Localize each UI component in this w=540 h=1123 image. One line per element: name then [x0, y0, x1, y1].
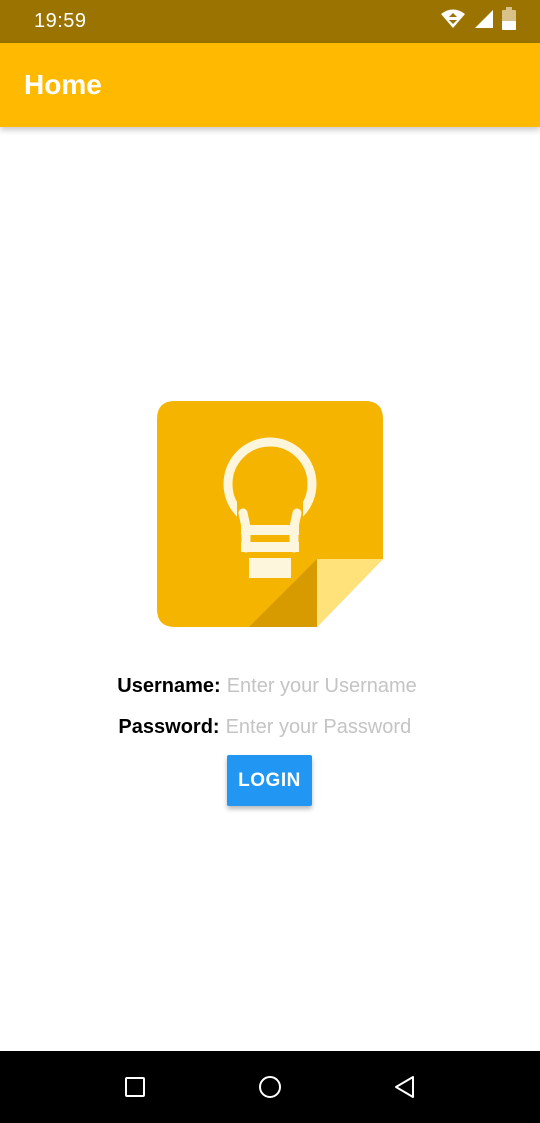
- home-circle-icon[interactable]: [252, 1069, 288, 1105]
- status-icons: [440, 7, 516, 35]
- signal-icon: [474, 9, 494, 34]
- recents-square-icon[interactable]: [117, 1069, 153, 1105]
- username-label: Username:: [117, 674, 221, 697]
- login-button[interactable]: LOGIN: [227, 755, 312, 806]
- status-bar: 19:59: [0, 0, 540, 43]
- password-input[interactable]: [225, 715, 422, 739]
- navigation-bar: [0, 1051, 540, 1123]
- page-title: Home: [24, 69, 102, 100]
- back-triangle-icon[interactable]: [387, 1069, 423, 1105]
- username-input[interactable]: [226, 674, 423, 698]
- password-row: Password:: [0, 712, 540, 742]
- app-bar: Home: [0, 43, 540, 127]
- username-row: Username:: [0, 671, 540, 701]
- lightbulb-note-icon: [157, 401, 383, 627]
- wifi-icon: [440, 8, 466, 35]
- battery-icon: [502, 7, 516, 35]
- status-time: 19:59: [34, 10, 87, 32]
- password-label: Password:: [118, 715, 220, 738]
